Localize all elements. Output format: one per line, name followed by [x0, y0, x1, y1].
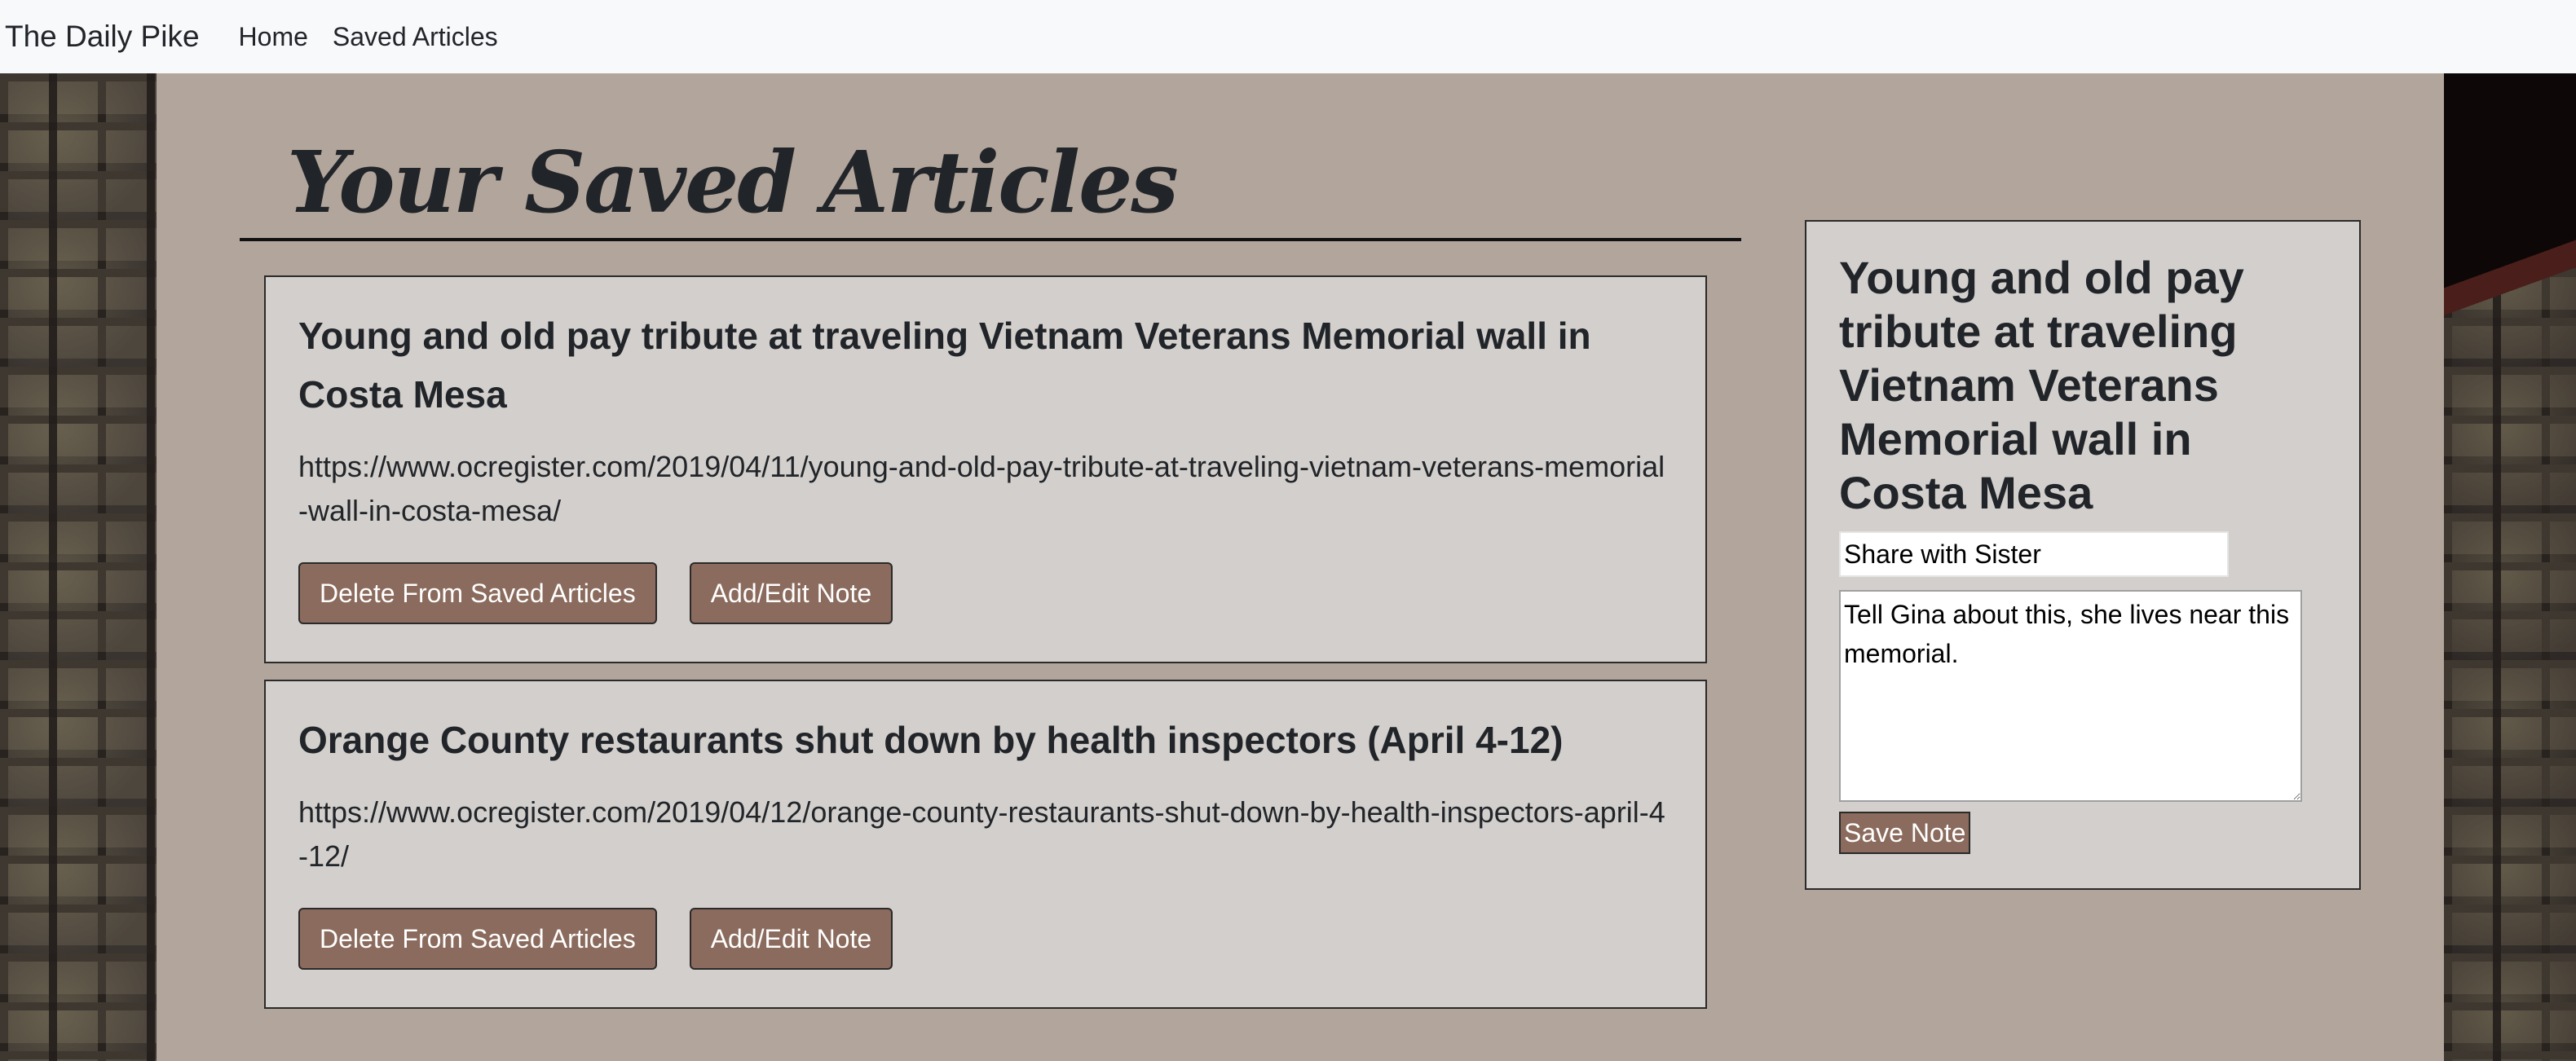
nav-link-home[interactable]: Home	[239, 22, 308, 52]
brick-wall-left	[0, 73, 157, 1061]
title-divider	[240, 238, 1741, 241]
article-url: https://www.ocregister.com/2019/04/11/yo…	[298, 450, 1665, 527]
main-content: Your Saved Articles Young and old pay tr…	[157, 73, 2444, 1061]
note-article-title: Young and old pay tribute at traveling V…	[1839, 252, 2244, 518]
article-actions: Delete From Saved Articles Add/Edit Note	[298, 908, 1673, 970]
article-url: https://www.ocregister.com/2019/04/12/or…	[298, 795, 1665, 873]
article-card: Young and old pay tribute at traveling V…	[264, 275, 1707, 663]
article-actions: Delete From Saved Articles Add/Edit Note	[298, 562, 1673, 624]
brand-logo-link[interactable]: The Daily Pike	[5, 20, 200, 54]
note-body-textarea[interactable]: Tell Gina about this, she lives near thi…	[1839, 590, 2302, 802]
delete-saved-article-button[interactable]: Delete From Saved Articles	[298, 562, 657, 624]
article-title: Orange County restaurants shut down by h…	[298, 719, 1564, 761]
article-title: Young and old pay tribute at traveling V…	[298, 315, 1591, 416]
add-edit-note-button[interactable]: Add/Edit Note	[689, 562, 893, 624]
delete-saved-article-button[interactable]: Delete From Saved Articles	[298, 908, 657, 970]
page-title: Your Saved Articles	[287, 132, 1179, 232]
article-card: Orange County restaurants shut down by h…	[264, 680, 1707, 1009]
note-title-input[interactable]	[1839, 531, 2229, 577]
note-panel: Young and old pay tribute at traveling V…	[1805, 220, 2361, 890]
navbar: The Daily Pike Home Saved Articles	[0, 0, 2576, 73]
nav-link-saved-articles[interactable]: Saved Articles	[333, 22, 498, 52]
brick-wall-right	[2444, 73, 2576, 1061]
add-edit-note-button[interactable]: Add/Edit Note	[689, 908, 893, 970]
save-note-button[interactable]: Save Note	[1839, 812, 1971, 854]
